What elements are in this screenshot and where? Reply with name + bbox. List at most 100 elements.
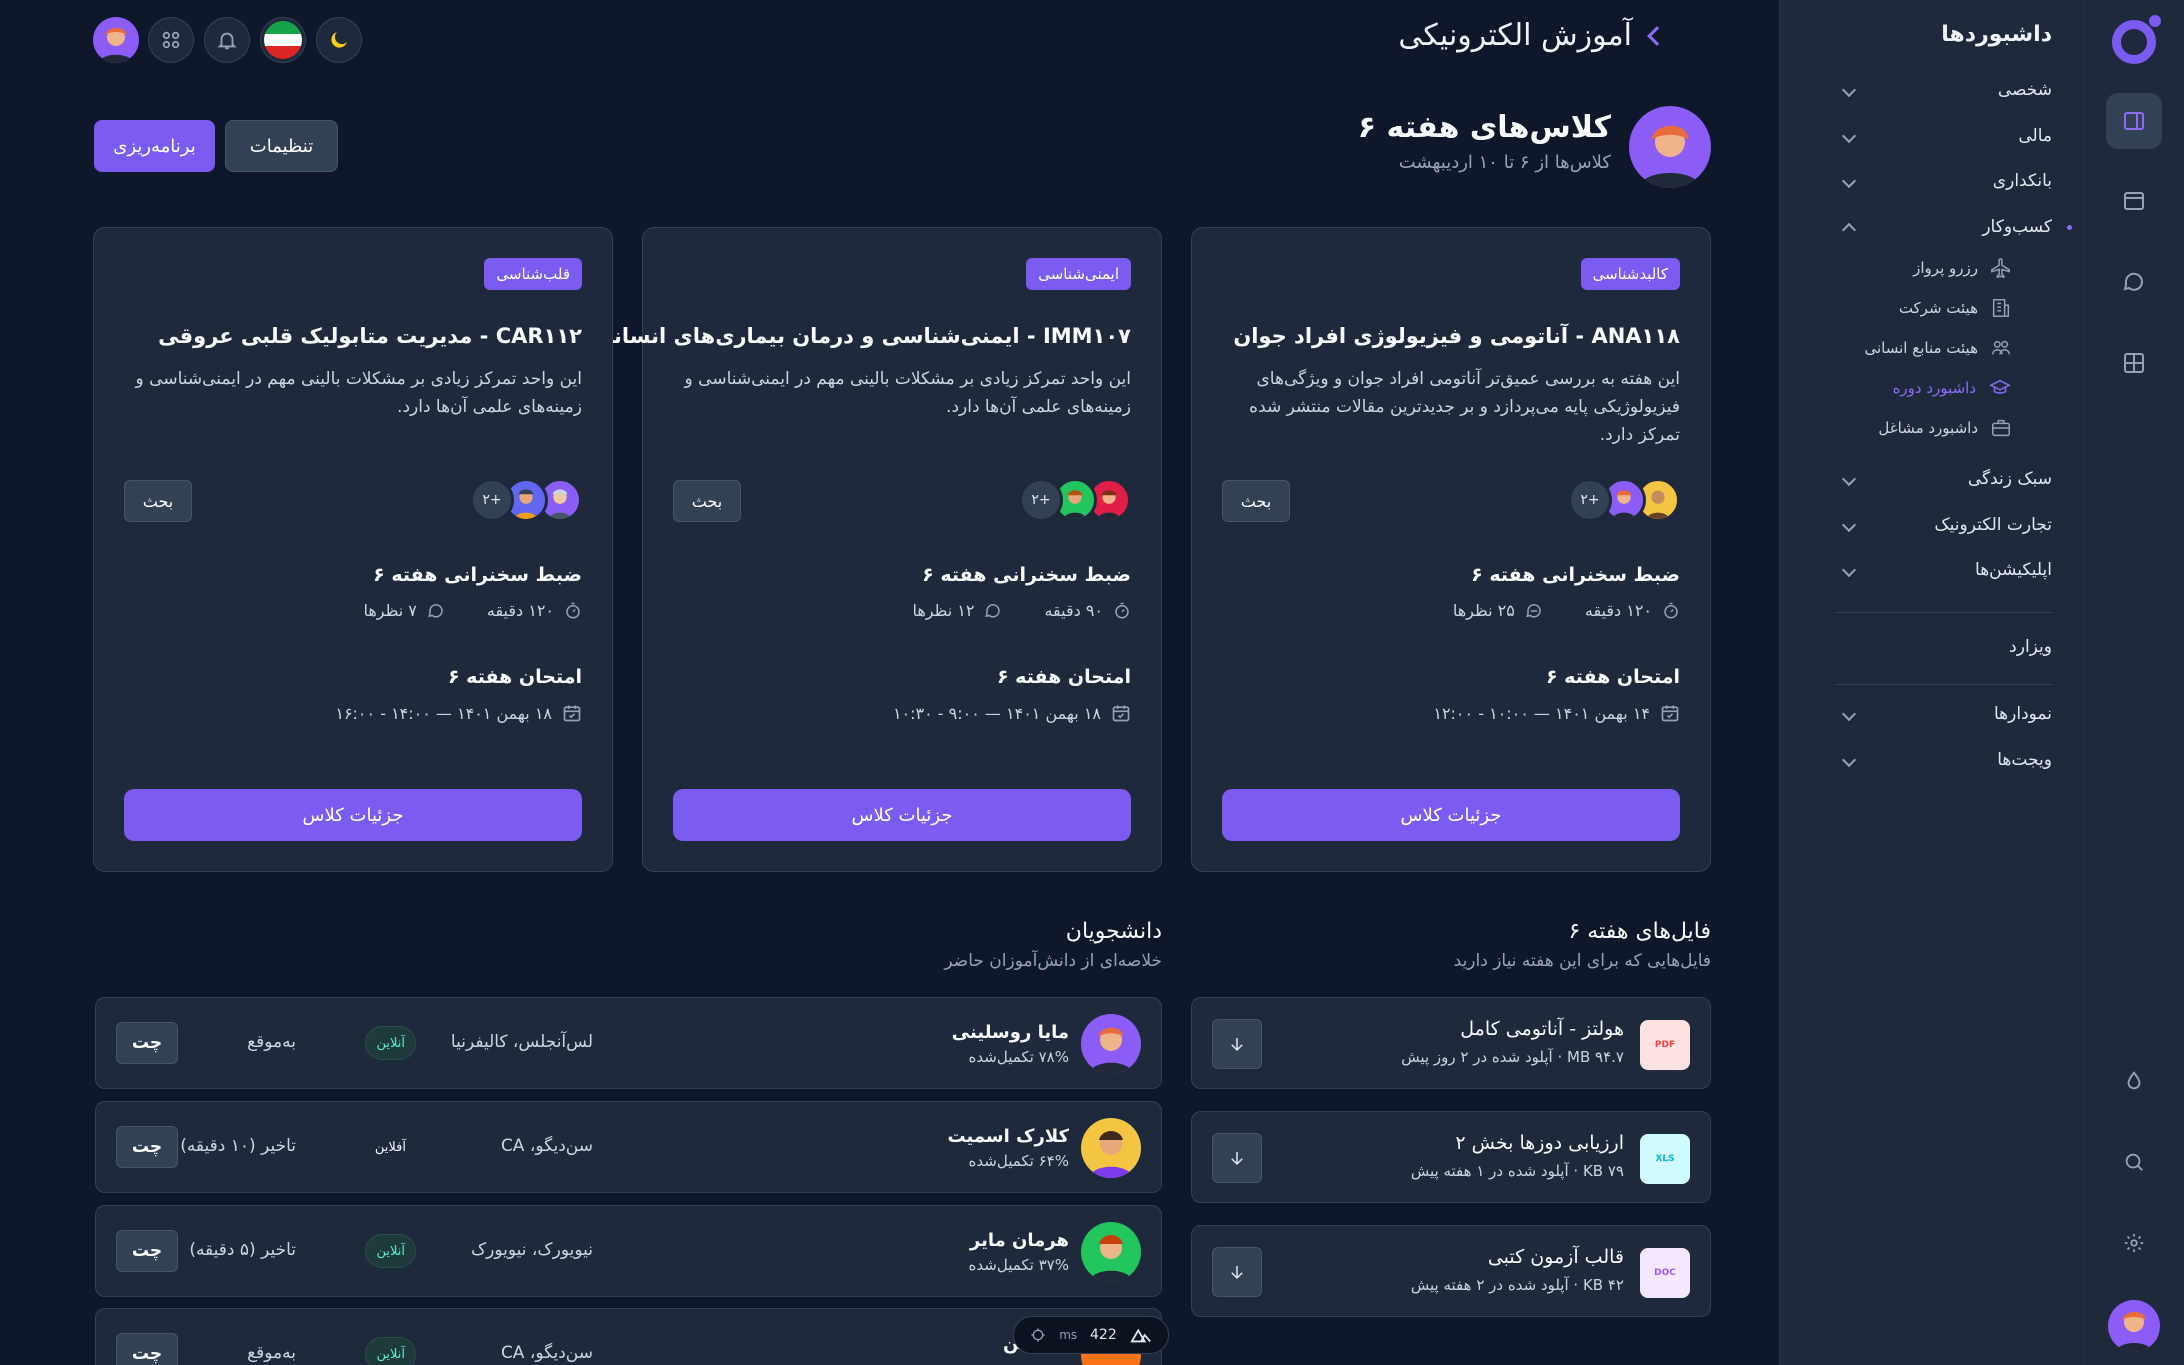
active-dot [2067,225,2072,230]
exam-title: امتحان هفته ۶ [1545,666,1680,688]
more-avatars-count[interactable]: +۲ [470,478,514,522]
layout-icon[interactable] [2106,173,2162,229]
subject-tag[interactable]: ایمنی‌شناسی [1026,258,1131,290]
class-details-button[interactable]: جزئیات کلاس [124,789,582,841]
notifications-button[interactable] [204,17,250,63]
sidebar-sub-jobs-dashboard[interactable]: داشبورد مشاغل [1878,414,2012,442]
sidebar-sub-company-board[interactable]: هیئت شرکت [1899,294,2012,322]
profile-avatar[interactable] [93,17,139,63]
download-button[interactable] [1212,1133,1262,1183]
chat-button[interactable]: چت [116,1230,178,1272]
file-meta: ۴۲ KB · آپلود شده در ۲ هفته پیش [1410,1276,1624,1294]
plane-icon [1991,258,2010,279]
sidebar-item-wizard[interactable]: ویزارد [1836,632,2052,662]
class-avatar [1629,106,1711,188]
sidebar-sub-flight-booking[interactable]: رزرو پرواز [1913,254,2012,282]
class-title: CAR۱۱۲ - مدیریت متابولیک قلبی عروقی [158,324,582,348]
chevron-down-icon [1841,173,1857,189]
chevron-down-icon [1841,128,1857,144]
student-row[interactable]: ...یکمن سن‌دیگو، CA آنلاین به‌موقع چت [95,1308,1162,1365]
student-row[interactable]: مایا روسلینی ۷۸% تکمیل‌شده لس‌آنجلس، کال… [95,997,1162,1089]
comment-icon [428,603,443,618]
grid-icon[interactable] [2106,335,2162,391]
sidebar-item-ecommerce[interactable]: تجارت الکترونیک [1836,510,2052,540]
arrow-down-icon [1231,1152,1243,1166]
file-name: هولتز - آناتومی کامل [1460,1018,1624,1040]
discuss-button[interactable]: بحث [1222,480,1290,522]
chevron-down-icon [1841,82,1857,98]
schedule-button[interactable]: برنامه‌ریزی [94,120,215,172]
icon-rail [2084,0,2184,1365]
student-name: کلارک اسمیت [947,1126,1069,1147]
theme-toggle[interactable] [316,17,362,63]
perf-overlay[interactable]: ms 422 [1013,1316,1169,1354]
dashboard-icon[interactable] [2106,93,2162,149]
drop-icon[interactable] [2106,1053,2162,1109]
student-row[interactable]: هرمان مایر ۳۷% تکمیل‌شده نیویورک، نیویور… [95,1205,1162,1297]
student-location: لس‌آنجلس، کالیفرنیا [450,1032,593,1052]
building-icon [1992,299,2010,317]
arrow-down-icon [1231,1266,1243,1280]
sidebar-item-personal[interactable]: شخصی [1836,75,2052,105]
file-item[interactable]: PDF هولتز - آناتومی کامل ۹۴.۷ MB · آپلود… [1191,997,1711,1089]
user-avatar[interactable] [2108,1300,2160,1352]
language-flag[interactable] [260,17,306,63]
class-title: IMM۱۰۷ - ایمنی‌شناسی و درمان بیماری‌های … [592,324,1131,348]
chevron-down-icon [1841,706,1857,722]
files-title: فایل‌های هفته ۶ [1568,919,1711,944]
chevron-left-icon[interactable] [1647,25,1667,46]
app-logo[interactable] [2112,15,2161,64]
chevron-down-icon [1841,471,1857,487]
sidebar-sub-course-dashboard[interactable]: داشبورد دوره [1893,374,2012,402]
presence-badge: آفلاین [374,1139,406,1155]
apps-button[interactable] [148,17,194,63]
more-avatars-count[interactable]: +۲ [1568,478,1612,522]
sidebar-item-business[interactable]: کسب‌وکار [1836,212,2052,242]
more-avatars-count[interactable]: +۲ [1019,478,1063,522]
file-meta: ۹۴.۷ MB · آپلود شده در ۲ روز پیش [1401,1048,1624,1066]
avatar [1081,1222,1141,1282]
chat-button[interactable]: چت [116,1126,178,1168]
settings-button[interactable]: تنظیمات [225,120,338,172]
student-row[interactable]: کلارک اسمیت ۶۴% تکمیل‌شده سن‌دیگو، CA آف… [95,1101,1162,1193]
subject-tag[interactable]: قلب‌شناسی [484,258,582,290]
file-name: ارزیابی دوزها بخش ۲ [1455,1132,1624,1154]
chevron-up-icon [1841,222,1857,238]
class-details-button[interactable]: جزئیات کلاس [673,789,1131,841]
search-icon[interactable] [2106,1134,2162,1190]
arrow-down-icon [1231,1038,1243,1052]
chevron-down-icon [1841,517,1857,533]
perf-unit: ms [1059,1328,1078,1342]
exam-time: ۱۸ بهمن ۱۴۰۱ — ۱۴:۰۰ - ۱۶:۰۰ [335,703,582,723]
student-progress: ۳۷% تکمیل‌شده [968,1256,1069,1274]
sidebar-item-lifestyle[interactable]: سبک زندگی [1836,464,2052,494]
graduation-cap-icon [1989,379,2011,394]
download-button[interactable] [1212,1019,1262,1069]
lecture-title: ضبط سخنرانی هفته ۶ [922,564,1131,586]
subject-tag[interactable]: کالبدشناسی [1580,258,1680,290]
chat-button[interactable]: چت [116,1022,178,1064]
discuss-button[interactable]: بحث [124,480,192,522]
sidebar-item-charts[interactable]: نمودارها [1836,699,2052,729]
divider [1836,684,2052,685]
sidebar-item-banking[interactable]: بانکداری [1836,166,2052,196]
class-details-button[interactable]: جزئیات کلاس [1222,789,1680,841]
file-item[interactable]: DOC قالب آزمون کتبی ۴۲ KB · آپلود شده در… [1191,1225,1711,1317]
discuss-button[interactable]: بحث [673,480,741,522]
sidebar-sub-hr-board[interactable]: هیئت منابع انسانی [1865,334,2013,362]
gear-icon[interactable] [2106,1215,2162,1271]
participant-avatars: +۲ [1019,478,1131,522]
student-progress: ۶۴% تکمیل‌شده [968,1152,1069,1170]
sidebar-item-finance[interactable]: مالی [1836,121,2052,151]
chat-button[interactable]: چت [116,1333,178,1365]
file-item[interactable]: XLS ارزیابی دوزها بخش ۲ ۷۹ KB · آپلود شد… [1191,1111,1711,1203]
student-location: سن‌دیگو، CA [500,1343,593,1363]
sidebar-item-apps[interactable]: اپلیکیشن‌ها [1836,555,2052,585]
sidebar-item-widgets[interactable]: ویجت‌ها [1836,745,2052,775]
student-name: مایا روسلینی [951,1022,1069,1043]
sidebar: داشبوردها شخصی مالی بانکداری کسب‌وکار رز… [1779,0,2084,1365]
download-button[interactable] [1212,1247,1262,1297]
chat-bubble-icon[interactable] [2106,254,2162,310]
users-icon [1992,340,2010,355]
student-name: هرمان مایر [969,1230,1069,1251]
